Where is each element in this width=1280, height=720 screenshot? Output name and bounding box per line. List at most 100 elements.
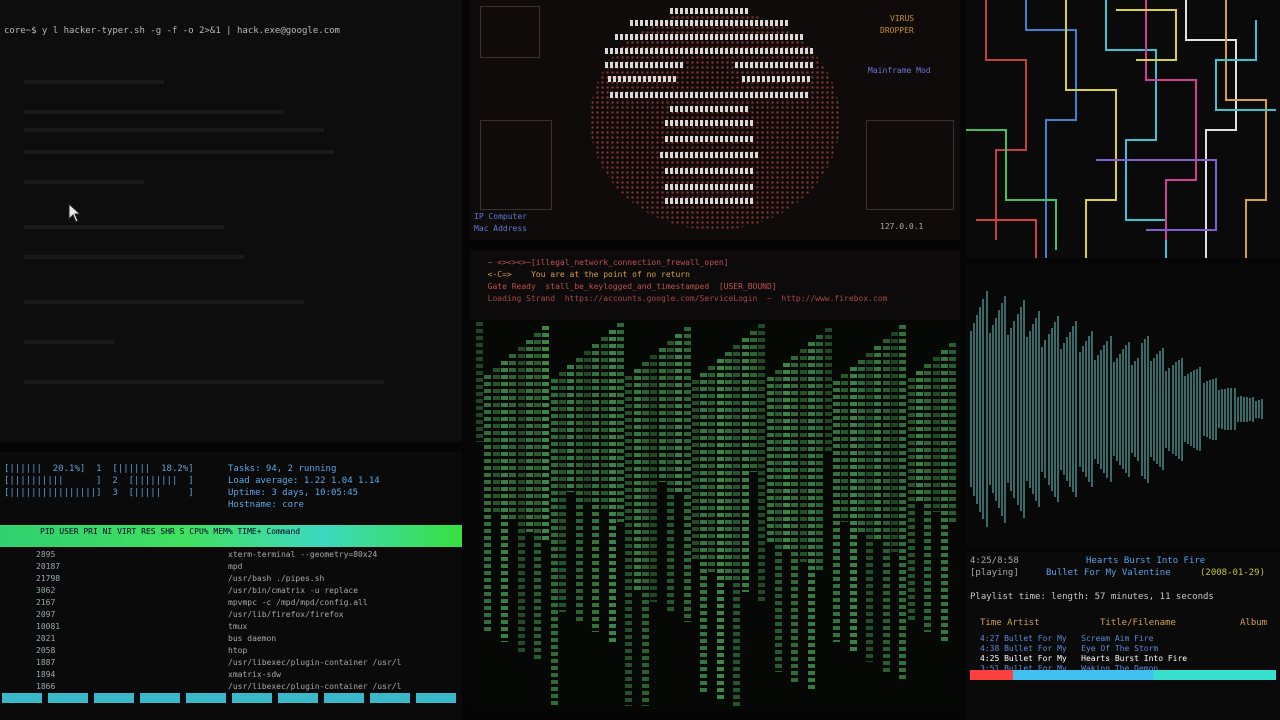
column-album[interactable]: Album — [1240, 618, 1267, 628]
virus-label: VIRUS — [890, 14, 915, 23]
visualizer-bar — [1097, 354, 1100, 464]
visualizer-bar — [1028, 330, 1031, 488]
process-command: mpvmpc -c /mpd/mpd/config.all — [228, 598, 368, 607]
visualizer-bar — [1193, 370, 1196, 448]
playlist-track[interactable]: 4:25 Bullet For My Hearts Burst Into Fir… — [980, 654, 1187, 663]
process-row[interactable]: 20187 mpd — [0, 562, 462, 573]
fkey-button[interactable] — [48, 693, 88, 703]
matrix-rain-column — [559, 372, 566, 612]
process-row[interactable]: 1866/usr/libexec/plugin-container /usr/l — [0, 682, 462, 693]
visualizer-bar — [1249, 397, 1251, 421]
visualizer-bar — [1050, 327, 1053, 491]
fkey-button[interactable] — [94, 693, 134, 703]
visualizer-bar — [1261, 399, 1264, 419]
mac-label: Mac Address — [474, 224, 527, 233]
column-title[interactable]: Title/Filename — [1100, 618, 1176, 628]
visualizer-bar — [976, 314, 979, 504]
skull-art — [665, 136, 755, 142]
process-pid: 20187 — [36, 562, 61, 571]
visualizer-bar — [1022, 300, 1025, 518]
widget-box — [866, 120, 954, 210]
matrix-rain-column — [915, 371, 923, 502]
visualizer-bar — [979, 306, 982, 512]
status-pane: ~ <><><>~[illegal_network_connection_fre… — [470, 250, 960, 320]
skull-art — [742, 76, 812, 82]
column-time-artist[interactable]: Time Artist — [980, 618, 1040, 628]
process-row[interactable]: 2021 bus daemon — [0, 634, 462, 645]
visualizer-bar — [1128, 341, 1131, 477]
matrix-rain-column — [932, 357, 940, 512]
process-row[interactable]: 2895 xterm-terminal --geometry=80x24 — [0, 550, 462, 561]
visualizer-bar — [1081, 346, 1084, 472]
matrix-rain-column — [899, 325, 907, 682]
mouse-pointer-icon — [68, 203, 82, 223]
fkey-button[interactable] — [416, 693, 456, 703]
process-row[interactable]: 1887/usr/libexec/plugin-container /usr/l — [0, 658, 462, 669]
visualizer-bar — [1174, 362, 1177, 456]
playlist-track[interactable]: 4:27 Bullet For My Scream Aim Fire — [980, 634, 1153, 643]
visualizer-bar — [1078, 351, 1081, 467]
process-row[interactable]: 3062/usr/bin/cmatrix -u replace — [0, 586, 462, 597]
fkey-button[interactable] — [370, 693, 410, 703]
process-row[interactable]: 2097/usr/lib/firefox/firefox — [0, 610, 462, 621]
skull-art — [735, 62, 815, 68]
visualizer-bar — [1143, 339, 1146, 479]
visualizer-bar — [1208, 379, 1211, 439]
process-row[interactable]: 2058 htop — [0, 646, 462, 657]
skull-art — [665, 168, 755, 174]
htop-function-keys[interactable] — [0, 693, 462, 705]
pipes-pane — [966, 0, 1280, 258]
fkey-button[interactable] — [232, 693, 272, 703]
playback-progress-bar[interactable] — [970, 670, 1276, 680]
visualizer-bar — [1075, 321, 1078, 497]
process-row[interactable]: 2167 mpvmpc -c /mpd/mpd/config.all — [0, 598, 462, 609]
now-playing-title: Hearts Burst Into Fire — [1086, 556, 1206, 566]
terminal-output-line — [24, 128, 324, 132]
matrix-rain-column — [783, 363, 791, 552]
matrix-rain-column — [857, 360, 865, 532]
process-row[interactable]: 1894 xmatrix-sdw — [0, 670, 462, 681]
visualizer-bar — [1165, 370, 1168, 448]
visualizer-bar — [1134, 361, 1137, 457]
visualizer-bar — [1214, 378, 1217, 440]
htop-pane[interactable]: [|||||| 20.1%] 1 [|||||| 18.2%] [|||||||… — [0, 452, 462, 720]
fkey-button[interactable] — [186, 693, 226, 703]
process-pid: 2895 — [36, 550, 56, 559]
visualizer-bar — [1094, 359, 1096, 459]
fkey-button[interactable] — [278, 693, 318, 703]
visualizer-bar — [1245, 396, 1248, 422]
process-pid: 1894 — [36, 670, 56, 679]
matrix-rain-column — [749, 331, 757, 472]
visualizer-bar — [1252, 396, 1255, 422]
skull-art — [665, 120, 755, 126]
fkey-button[interactable] — [324, 693, 364, 703]
visualizer-bar — [1177, 359, 1180, 459]
skull-art — [670, 8, 750, 14]
visualizer-bar — [1159, 351, 1162, 467]
visualizer-bar — [1152, 357, 1155, 461]
matrix-rain-column — [625, 376, 633, 706]
matrix-rain-column — [484, 375, 492, 632]
visualizer-bar — [982, 299, 985, 519]
visualizer-bar — [1168, 367, 1171, 451]
terminal-pane[interactable]: core~$ y l hacker-typer.sh -g -f -o 2>&1… — [0, 0, 462, 442]
widget-box — [480, 120, 552, 210]
matrix-rain-column — [725, 352, 732, 582]
visualizer-bar — [1007, 335, 1010, 483]
process-pid: 2167 — [36, 598, 56, 607]
fkey-button[interactable] — [140, 693, 180, 703]
ncmpcpp-player-pane[interactable]: 4:25/8:58 [playing] Hearts Burst Into Fi… — [966, 552, 1280, 720]
process-row[interactable]: 21798/usr/bash ./pipes.sh — [0, 574, 462, 585]
process-command: /usr/bash ./pipes.sh — [228, 574, 325, 583]
fkey-button[interactable] — [2, 693, 42, 703]
matrix-rain-column — [542, 326, 550, 542]
process-row[interactable]: 10081 tmux — [0, 622, 462, 633]
matrix-rain-column — [658, 348, 666, 482]
matrix-rain-column — [716, 359, 724, 702]
now-playing-artist: Bullet For My Valentine — [1046, 568, 1171, 578]
matrix-rain-column — [766, 377, 774, 542]
matrix-rain-column — [592, 344, 600, 632]
playlist-track[interactable]: 4:38 Bullet For My Eye Of The Storm — [980, 644, 1158, 653]
terminal-output-line — [24, 255, 244, 259]
htop-column-header[interactable]: PID USER PRI NI VIRT RES SHR S CPU% MEM%… — [0, 525, 462, 547]
